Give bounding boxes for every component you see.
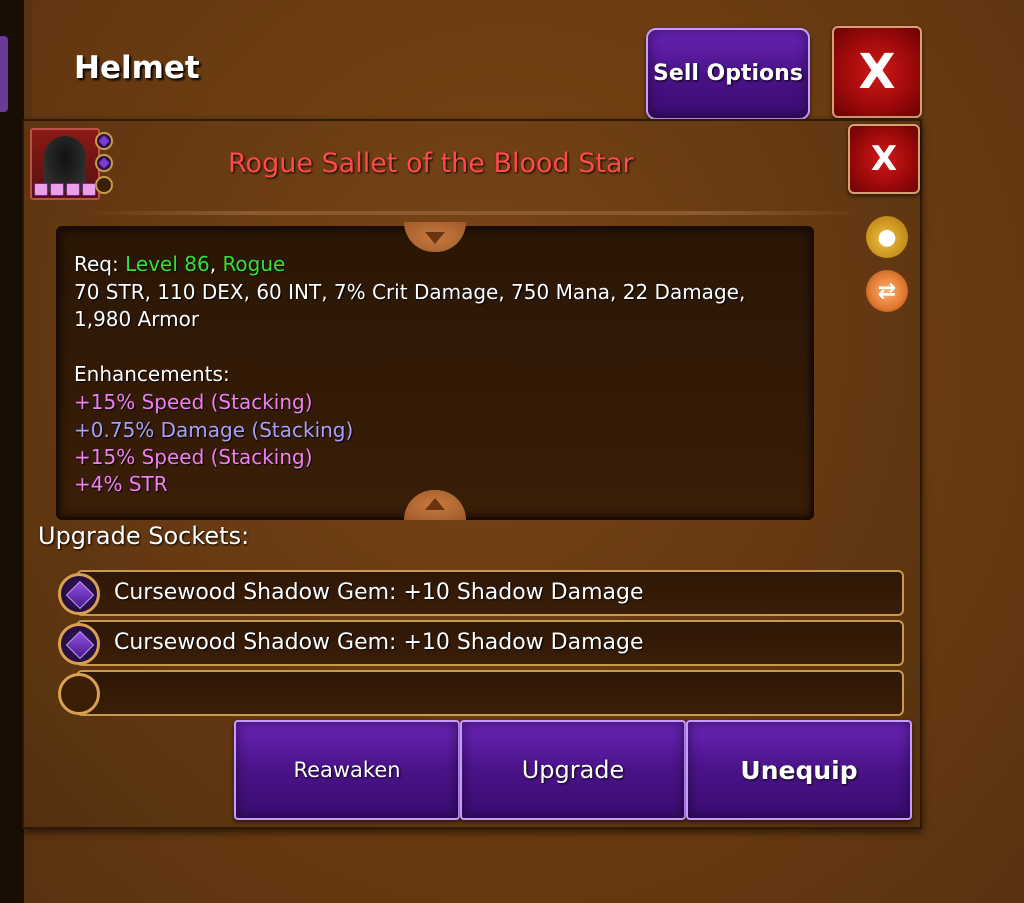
requirements-line: Req: Level 86, Rogue bbox=[74, 252, 285, 276]
upgrade-sockets-title: Upgrade Sockets: bbox=[38, 522, 250, 550]
quality-pip bbox=[82, 183, 96, 196]
shadow-gem-icon bbox=[58, 623, 100, 665]
mini-gem-icon bbox=[95, 132, 113, 150]
enhancement-item: +15% Speed (Stacking) bbox=[74, 445, 313, 469]
mini-gem-icon bbox=[95, 154, 113, 172]
divider bbox=[84, 211, 864, 215]
socket-slot-label: Cursewood Shadow Gem: +10 Shadow Damage bbox=[114, 630, 644, 655]
quality-pip bbox=[66, 183, 80, 196]
req-label: Req: bbox=[74, 252, 119, 276]
socket-slot-label: Cursewood Shadow Gem: +10 Shadow Damage bbox=[114, 580, 644, 605]
page-title: Helmet bbox=[74, 50, 200, 86]
coin-glyph: ● bbox=[877, 224, 897, 250]
reawaken-button[interactable]: Reawaken bbox=[234, 720, 460, 820]
item-name: Rogue Sallet of the Blood Star bbox=[228, 148, 634, 179]
item-portrait[interactable] bbox=[30, 128, 100, 200]
item-quality-pips bbox=[34, 183, 96, 196]
quality-pip bbox=[50, 183, 64, 196]
empty-socket-icon bbox=[58, 673, 100, 715]
enhancements-title: Enhancements: bbox=[74, 362, 230, 386]
req-separator: , bbox=[209, 252, 217, 276]
chevron-down-icon bbox=[425, 232, 445, 244]
unequip-button[interactable]: Unequip bbox=[686, 720, 912, 820]
stats-line: 1,980 Armor bbox=[74, 307, 200, 331]
close-window-button[interactable]: X bbox=[832, 26, 922, 118]
sell-options-button[interactable]: Sell Options bbox=[646, 28, 810, 120]
close-item-button[interactable]: X bbox=[848, 124, 920, 194]
socket-slot-empty[interactable] bbox=[76, 670, 904, 716]
swap-icon[interactable]: ⇄ bbox=[866, 270, 908, 312]
chevron-up-icon bbox=[425, 498, 445, 510]
req-level: Level 86 bbox=[125, 252, 210, 276]
swap-glyph: ⇄ bbox=[877, 278, 897, 304]
quality-pip bbox=[34, 183, 48, 196]
upgrade-button[interactable]: Upgrade bbox=[460, 720, 686, 820]
mini-socket-empty-icon bbox=[95, 176, 113, 194]
enhancement-item: +4% STR bbox=[74, 472, 168, 496]
gold-bag-icon[interactable]: ● bbox=[866, 216, 908, 258]
enhancement-item: +15% Speed (Stacking) bbox=[74, 390, 313, 414]
enhancement-item: +0.75% Damage (Stacking) bbox=[74, 418, 354, 442]
shadow-gem-icon bbox=[58, 573, 100, 615]
req-class: Rogue bbox=[222, 252, 286, 276]
stats-line: 70 STR, 110 DEX, 60 INT, 7% Crit Damage,… bbox=[74, 280, 746, 304]
